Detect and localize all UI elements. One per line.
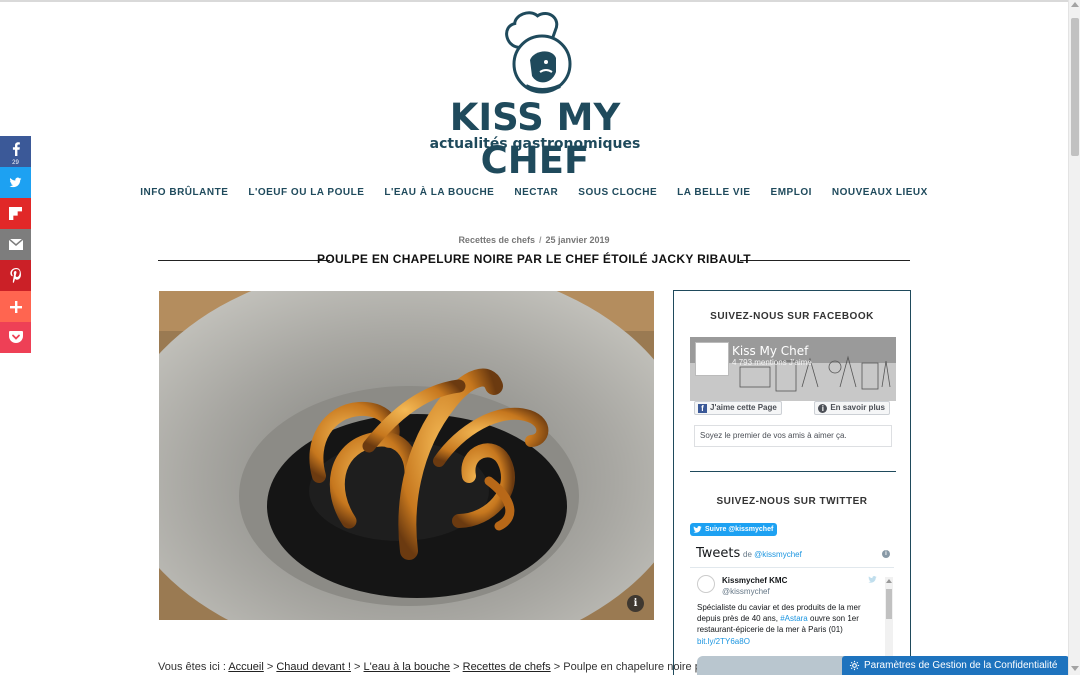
email-icon: [8, 239, 23, 250]
facebook-page-widget[interactable]: Kiss My Chef 4 793 mentions J'aime f J'a…: [690, 337, 896, 451]
facebook-like-page-button[interactable]: f J'aime cette Page: [694, 401, 782, 415]
article-hero-image[interactable]: i: [159, 291, 654, 620]
scroll-down-arrow-icon[interactable]: [1071, 666, 1079, 671]
twitter-timeline-title: Tweets: [696, 546, 741, 561]
octopus-dish-illustration: [159, 291, 654, 620]
breadcrumb-link-recettes-de-chefs[interactable]: Recettes de chefs: [463, 661, 551, 673]
twitter-follow-button[interactable]: Suivre @kissmychef: [690, 523, 778, 536]
privacy-settings-label: Paramètres de Gestion de la Confidential…: [864, 660, 1058, 671]
article-title: POULPE EN CHAPELURE NOIRE PAR LE CHEF ÉT…: [317, 252, 751, 266]
article-category[interactable]: Recettes de chefs: [458, 235, 535, 245]
facebook-icon: f: [698, 404, 707, 413]
breadcrumb-sep: >: [553, 661, 561, 673]
gear-icon: [849, 660, 860, 671]
page-scrollbar[interactable]: [1068, 0, 1080, 675]
share-flipboard-button[interactable]: [0, 198, 31, 229]
scroll-up-arrow-icon[interactable]: [1071, 2, 1079, 7]
share-pocket-button[interactable]: [0, 322, 31, 353]
breadcrumb-prefix: Vous êtes ici :: [158, 661, 226, 673]
facebook-page-likes: 4 793 mentions J'aime: [732, 358, 812, 367]
facebook-like-label: J'aime cette Page: [710, 403, 777, 412]
twitter-follow-label: Suivre @kissmychef: [705, 526, 774, 533]
twitter-bird-icon[interactable]: [867, 575, 878, 584]
info-icon: i: [818, 404, 828, 413]
twitter-divider: [690, 567, 894, 568]
twitter-icon: [9, 177, 22, 188]
scroll-thumb[interactable]: [886, 589, 892, 619]
nav-item-la-belle-vie[interactable]: LA BELLE VIE: [667, 187, 760, 198]
plus-icon: [9, 300, 22, 313]
nav-item-sous-cloche[interactable]: SOUS CLOCHE: [568, 187, 667, 198]
breadcrumb-link-eau-a-la-bouche[interactable]: L'eau à la bouche: [364, 661, 451, 673]
pinterest-icon: [9, 268, 21, 283]
meta-separator: /: [538, 235, 542, 245]
breadcrumb: Vous êtes ici : Accueil > Chaud devant !…: [158, 661, 711, 673]
twitter-timeline-by: de @kissmychef: [743, 550, 802, 559]
breadcrumb-sep: >: [354, 661, 361, 673]
twitter-by-label: de: [743, 550, 752, 559]
breadcrumb-sep: >: [453, 661, 460, 673]
nav-item-nectar[interactable]: NECTAR: [504, 187, 568, 198]
tweet-text: Spécialiste du caviar et des produits de…: [697, 602, 875, 635]
facebook-share-count: 29: [12, 160, 19, 166]
site-tagline: actualités gastronomiques: [429, 136, 641, 152]
flipboard-icon: [9, 207, 22, 220]
tweet-avatar[interactable]: [697, 575, 715, 593]
pocket-icon: [8, 331, 23, 343]
scroll-up-arrow-icon[interactable]: [886, 579, 892, 583]
facebook-cover-image[interactable]: Kiss My Chef 4 793 mentions J'aime: [690, 337, 896, 401]
share-twitter-button[interactable]: [0, 167, 31, 198]
share-pinterest-button[interactable]: [0, 260, 31, 291]
facebook-learn-more-button[interactable]: i En savoir plus: [814, 401, 890, 415]
facebook-widget-heading: SUIVEZ-NOUS SUR FACEBOOK: [710, 311, 874, 322]
privacy-settings-button[interactable]: Paramètres de Gestion de la Confidential…: [842, 656, 1069, 675]
facebook-icon: [12, 141, 20, 156]
social-share-bar: 29: [0, 136, 31, 353]
nav-item-eau-a-la-bouche[interactable]: L'EAU À LA BOUCHE: [374, 187, 504, 198]
facebook-learn-more-label: En savoir plus: [830, 403, 885, 412]
sidebar: SUIVEZ-NOUS SUR FACEBOOK Kiss My Chef 4 …: [673, 290, 911, 675]
twitter-timeline[interactable]: Tweets de @kissmychef i Kissmychef KMC @…: [686, 541, 898, 675]
tweet-author-handle[interactable]: @kissmychef: [722, 587, 770, 596]
facebook-page-thumbnail[interactable]: [695, 342, 729, 376]
share-email-button[interactable]: [0, 229, 31, 260]
breadcrumb-sep: >: [266, 661, 274, 673]
sidebar-divider: [690, 471, 896, 472]
facebook-page-name[interactable]: Kiss My Chef: [732, 344, 808, 358]
tweet-author-name[interactable]: Kissmychef KMC: [722, 576, 787, 585]
nav-item-emploi[interactable]: EMPLOI: [761, 187, 822, 198]
article-meta: Recettes de chefs/25 janvier 2019: [0, 235, 1068, 245]
twitter-bird-icon: [693, 526, 702, 533]
chef-mascot-icon: [505, 11, 572, 94]
nav-item-oeuf-ou-la-poule[interactable]: L'OEUF OU LA POULE: [238, 187, 374, 198]
share-facebook-button[interactable]: 29: [0, 136, 31, 167]
twitter-widget-heading: SUIVEZ-NOUS SUR TWITTER: [716, 496, 868, 507]
twitter-info-icon[interactable]: i: [882, 550, 890, 558]
scroll-thumb[interactable]: [1071, 18, 1079, 156]
breadcrumb-link-chaud-devant[interactable]: Chaud devant !: [276, 661, 351, 673]
tweet-hashtag[interactable]: #Astara: [780, 614, 808, 623]
image-info-button[interactable]: i: [627, 595, 644, 612]
nav-item-nouveaux-lieux[interactable]: NOUVEAUX LIEUX: [822, 187, 938, 198]
facebook-friends-text: Soyez le premier de vos amis à aimer ça.: [694, 425, 892, 447]
top-border: [0, 0, 1068, 2]
main-navigation: INFO BRÛLANTE L'OEUF OU LA POULE L'EAU À…: [0, 187, 1068, 198]
share-more-button[interactable]: [0, 291, 31, 322]
article-date: 25 janvier 2019: [545, 235, 610, 245]
breadcrumb-link-accueil[interactable]: Accueil: [228, 661, 263, 673]
site-logo[interactable]: KISS MY CHEF actualités gastronomiques: [400, 8, 670, 182]
article-title-row: POULPE EN CHAPELURE NOIRE PAR LE CHEF ÉT…: [158, 252, 910, 268]
twitter-timeline-handle[interactable]: @kissmychef: [754, 550, 802, 559]
tweet-link[interactable]: bit.ly/2TY6a8O: [697, 637, 750, 646]
nav-item-info-brulante[interactable]: INFO BRÛLANTE: [130, 187, 238, 198]
